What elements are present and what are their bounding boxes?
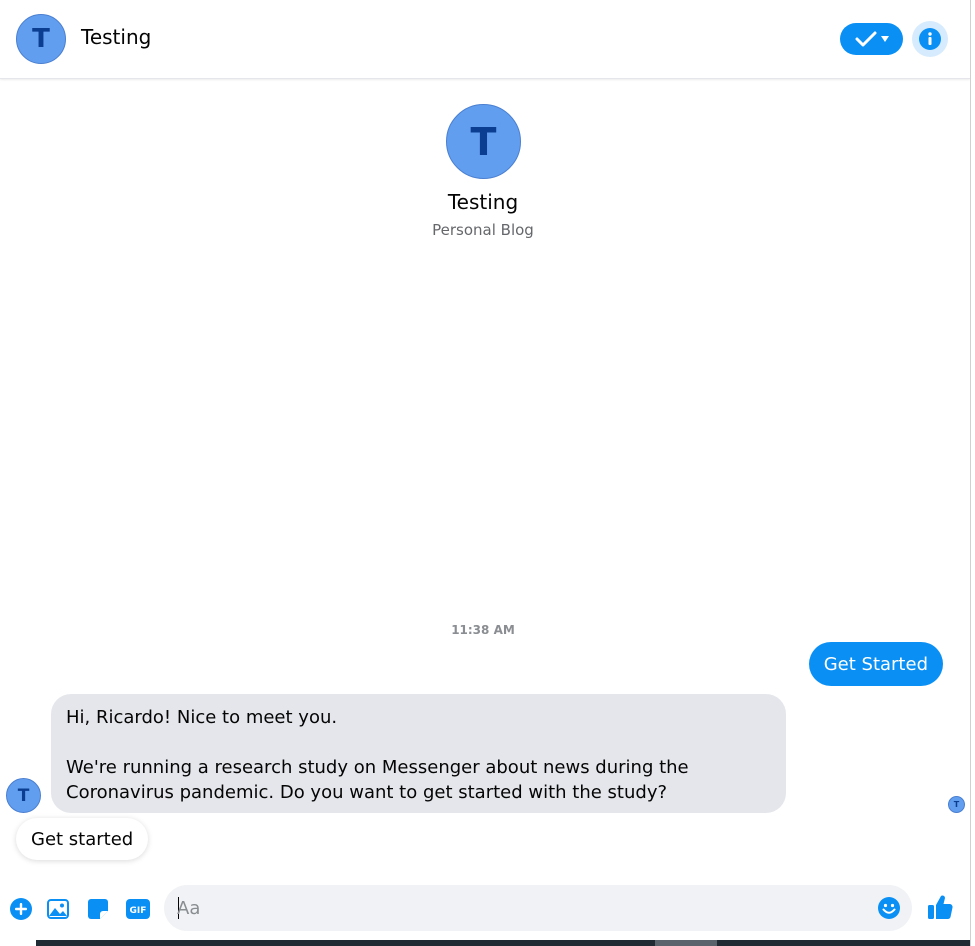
mark-done-button[interactable] <box>840 23 903 55</box>
profile-subtitle: Personal Blog <box>432 221 534 239</box>
incoming-message-text: Hi, Ricardo! Nice to meet you. We're run… <box>66 707 689 803</box>
info-button[interactable] <box>912 21 948 57</box>
photo-icon[interactable] <box>46 897 70 921</box>
incoming-message-bubble[interactable]: Hi, Ricardo! Nice to meet you. We're run… <box>51 694 786 813</box>
message-composer: GIF <box>0 876 970 940</box>
gif-icon[interactable]: GIF <box>126 897 150 921</box>
info-icon <box>919 28 941 50</box>
thumbs-up-icon[interactable] <box>926 893 954 921</box>
outgoing-message-bubble[interactable]: Get Started <box>808 642 943 686</box>
horizontal-scrollbar[interactable] <box>36 940 970 946</box>
quick-reply-button[interactable]: Get started <box>16 818 149 860</box>
conversation-header: T Testing <box>0 0 970 79</box>
header-avatar[interactable]: T <box>16 14 66 64</box>
header-title[interactable]: Testing <box>81 25 151 49</box>
emoji-icon[interactable] <box>877 896 901 920</box>
scrollbar[interactable] <box>970 0 975 946</box>
sender-avatar[interactable]: T <box>6 778 41 813</box>
sticker-icon[interactable] <box>86 897 110 921</box>
check-icon <box>855 31 876 47</box>
seen-indicator-avatar: T <box>948 796 965 813</box>
svg-text:GIF: GIF <box>130 906 147 916</box>
plus-circle-icon[interactable] <box>9 897 33 921</box>
profile-avatar[interactable]: T <box>446 104 521 179</box>
profile-name: Testing <box>447 190 519 214</box>
message-timestamp: 11:38 AM <box>451 623 515 637</box>
caret-down-icon <box>880 36 889 42</box>
horizontal-scrollbar-thumb[interactable] <box>655 940 717 946</box>
message-input[interactable] <box>177 885 867 931</box>
message-input-container[interactable] <box>164 885 912 931</box>
